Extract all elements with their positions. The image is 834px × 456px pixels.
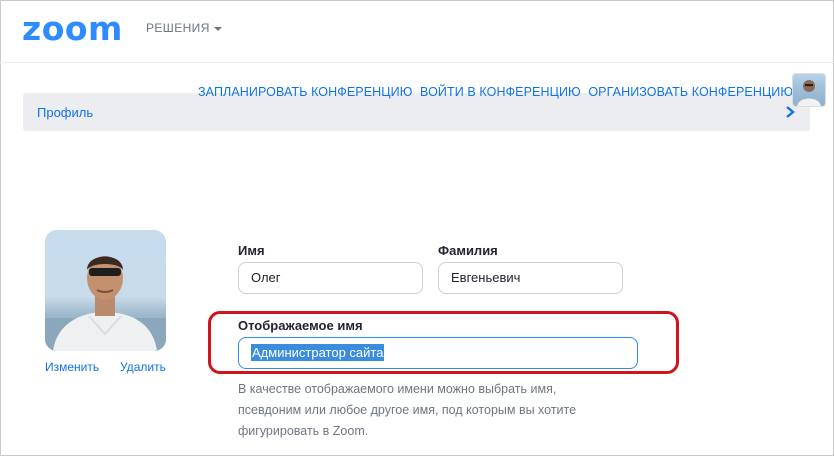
first-name-field[interactable]: Олег — [238, 262, 423, 294]
last-name-value: Евгеньевич — [451, 270, 521, 285]
person-photo-icon — [45, 256, 166, 351]
first-name-value: Олег — [251, 270, 281, 285]
user-avatar[interactable] — [792, 73, 826, 107]
nav-join-meeting[interactable]: ВОЙТИ В КОНФЕРЕНЦИЮ — [420, 85, 581, 99]
display-name-hint: В качестве отображаемого имени можно выб… — [238, 379, 628, 442]
avatar-icon — [797, 80, 821, 106]
delete-photo-link[interactable]: Удалить — [120, 360, 166, 374]
hint-line: псевдоним или любое другое имя, под кото… — [238, 403, 577, 417]
zoom-logo[interactable]: zoom — [22, 12, 123, 46]
nav-host-meeting[interactable]: ОРГАНИЗОВАТЬ КОНФЕРЕНЦИЮ — [588, 85, 793, 99]
chevron-down-icon — [213, 26, 222, 31]
change-photo-link[interactable]: Изменить — [45, 360, 99, 374]
hint-line: фигурировать в Zoom. — [238, 424, 369, 438]
breadcrumb-profile-link[interactable]: Профиль — [37, 105, 93, 120]
profile-photo — [45, 230, 166, 351]
hint-line: В качестве отображаемого имени можно выб… — [238, 382, 557, 396]
solutions-menu[interactable]: РЕШЕНИЯ — [146, 21, 222, 35]
top-nav: ЗАПЛАНИРОВАТЬ КОНФЕРЕНЦИЮ ВОЙТИ В КОНФЕР… — [198, 85, 811, 99]
annotation-highlight — [208, 311, 679, 374]
header-divider — [0, 62, 834, 63]
last-name-field[interactable]: Евгеньевич — [438, 262, 623, 294]
first-name-label: Имя — [238, 243, 265, 258]
nav-schedule-meeting[interactable]: ЗАПЛАНИРОВАТЬ КОНФЕРЕНЦИЮ — [198, 85, 412, 99]
last-name-label: Фамилия — [438, 243, 498, 258]
chevron-right-icon[interactable] — [784, 106, 796, 118]
solutions-label: РЕШЕНИЯ — [146, 21, 210, 35]
